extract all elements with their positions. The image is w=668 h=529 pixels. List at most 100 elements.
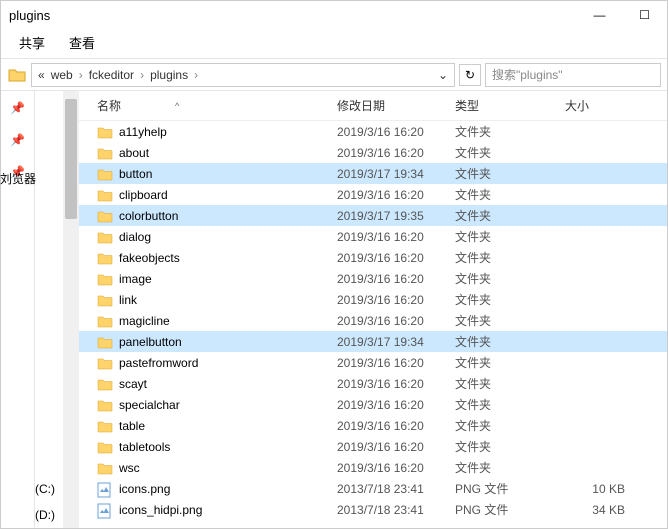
file-date: 2019/3/16 16:20 xyxy=(337,146,455,160)
column-name[interactable]: 名称 ^ xyxy=(89,97,337,114)
file-name: magicline xyxy=(119,314,170,328)
breadcrumb-sep-icon: › xyxy=(194,68,198,82)
file-type: 文件夹 xyxy=(455,249,565,266)
file-name: clipboard xyxy=(119,188,168,202)
sort-ascending-icon: ^ xyxy=(175,101,179,111)
file-type: 文件夹 xyxy=(455,459,565,476)
titlebar: plugins — ☐ xyxy=(1,1,667,29)
table-row[interactable]: scayt2019/3/16 16:20文件夹 xyxy=(79,373,667,394)
file-type: PNG 文件 xyxy=(455,480,565,497)
folder-icon xyxy=(97,251,113,265)
file-name: about xyxy=(119,146,149,160)
file-name: button xyxy=(119,167,152,181)
file-size: 10 KB xyxy=(565,482,625,496)
table-row[interactable]: link2019/3/16 16:20文件夹 xyxy=(79,289,667,310)
table-row[interactable]: colorbutton 2019/3/17 19:35文件夹 xyxy=(79,205,667,226)
file-name: icons.png xyxy=(119,482,170,496)
folder-icon xyxy=(97,419,113,433)
folder-icon xyxy=(97,230,113,244)
table-row[interactable]: magicline2019/3/16 16:20文件夹 xyxy=(79,310,667,331)
browser-label: 刘览器 xyxy=(1,170,36,187)
minimize-button[interactable]: — xyxy=(577,1,622,29)
file-name: dialog xyxy=(119,230,151,244)
file-type: 文件夹 xyxy=(455,207,565,224)
file-size: 34 KB xyxy=(565,503,625,517)
file-type: 文件夹 xyxy=(455,354,565,371)
table-row[interactable]: icons_hidpi.png2013/7/18 23:41PNG 文件34 K… xyxy=(79,499,667,520)
file-date: 2019/3/17 19:34 xyxy=(337,335,455,349)
address-bar-row: « web › fckeditor › plugins › ⌄ ↻ 搜索"plu… xyxy=(1,59,667,91)
file-type: 文件夹 xyxy=(455,144,565,161)
file-date: 2019/3/16 16:20 xyxy=(337,293,455,307)
file-type: 文件夹 xyxy=(455,333,565,350)
file-name: wsc xyxy=(119,461,140,475)
quick-access-sidebar: 📌 📌 📌 xyxy=(1,91,35,528)
file-name: colorbutton xyxy=(119,209,178,223)
menubar: 共享 查看 xyxy=(1,29,667,59)
table-row[interactable]: pastefromword2019/3/16 16:20文件夹 xyxy=(79,352,667,373)
table-row[interactable]: about 2019/3/16 16:20文件夹 xyxy=(79,142,667,163)
breadcrumb-dropdown-icon[interactable]: ⌄ xyxy=(438,68,448,82)
column-size[interactable]: 大小 xyxy=(565,97,625,114)
folder-icon xyxy=(97,461,113,475)
file-type: 文件夹 xyxy=(455,375,565,392)
folder-icon xyxy=(97,167,113,181)
file-name: a11yhelp xyxy=(119,125,167,139)
breadcrumb-plugins[interactable]: plugins xyxy=(150,68,188,82)
file-date: 2019/3/17 19:34 xyxy=(337,167,455,181)
menu-view[interactable]: 查看 xyxy=(69,33,95,52)
table-row[interactable]: icons.png2013/7/18 23:41PNG 文件10 KB xyxy=(79,478,667,499)
refresh-button[interactable]: ↻ xyxy=(459,64,481,86)
menu-share[interactable]: 共享 xyxy=(19,33,45,52)
file-list: 名称 ^ 修改日期 类型 大小 a11yhelp2019/3/16 16:20文… xyxy=(79,91,667,528)
maximize-button[interactable]: ☐ xyxy=(622,1,667,29)
table-row[interactable]: table2019/3/16 16:20文件夹 xyxy=(79,415,667,436)
breadcrumb-fckeditor[interactable]: fckeditor xyxy=(89,68,134,82)
file-type: 文件夹 xyxy=(455,228,565,245)
scrollbar-thumb[interactable] xyxy=(65,99,77,219)
file-date: 2013/7/18 23:41 xyxy=(337,503,455,517)
file-date: 2019/3/17 19:35 xyxy=(337,209,455,223)
table-row[interactable]: panelbutton2019/3/17 19:34文件夹 xyxy=(79,331,667,352)
file-date: 2019/3/16 16:20 xyxy=(337,230,455,244)
folder-icon xyxy=(97,440,113,454)
drive-c-label[interactable]: (C:) xyxy=(35,482,63,496)
folder-icon xyxy=(97,209,113,223)
file-date: 2019/3/16 16:20 xyxy=(337,188,455,202)
file-name: icons_hidpi.png xyxy=(119,503,202,517)
table-row[interactable]: fakeobjects 2019/3/16 16:20文件夹 xyxy=(79,247,667,268)
file-type: 文件夹 xyxy=(455,165,565,182)
folder-icon xyxy=(97,356,113,370)
table-row[interactable]: image2019/3/16 16:20文件夹 xyxy=(79,268,667,289)
main-area: 📌 📌 📌 刘览器 (C:) (D:) 名称 ^ 修改日期 类型 大小 a11y… xyxy=(1,91,667,528)
column-type[interactable]: 类型 xyxy=(455,97,565,114)
breadcrumb[interactable]: « web › fckeditor › plugins › ⌄ xyxy=(31,63,455,87)
table-row[interactable]: clipboard2019/3/16 16:20文件夹 xyxy=(79,184,667,205)
file-type: 文件夹 xyxy=(455,312,565,329)
folder-icon xyxy=(97,314,113,328)
table-row[interactable]: dialog 2019/3/16 16:20文件夹 xyxy=(79,226,667,247)
column-date[interactable]: 修改日期 xyxy=(337,97,455,114)
folder-icon xyxy=(97,377,113,391)
folder-icon xyxy=(97,335,113,349)
file-name: tabletools xyxy=(119,440,170,454)
file-date: 2019/3/16 16:20 xyxy=(337,377,455,391)
table-row[interactable]: wsc2019/3/16 16:20文件夹 xyxy=(79,457,667,478)
search-input[interactable]: 搜索"plugins" xyxy=(485,63,661,87)
file-type: 文件夹 xyxy=(455,417,565,434)
nav-scrollbar[interactable] xyxy=(63,91,79,528)
table-row[interactable]: tabletools2019/3/16 16:20文件夹 xyxy=(79,436,667,457)
pin-icon[interactable]: 📌 xyxy=(10,101,25,115)
file-date: 2019/3/16 16:20 xyxy=(337,251,455,265)
column-headers: 名称 ^ 修改日期 类型 大小 xyxy=(79,91,667,121)
table-row[interactable]: button 2019/3/17 19:34文件夹 xyxy=(79,163,667,184)
file-name: link xyxy=(119,293,137,307)
table-row[interactable]: a11yhelp2019/3/16 16:20文件夹 xyxy=(79,121,667,142)
file-date: 2019/3/16 16:20 xyxy=(337,272,455,286)
breadcrumb-web[interactable]: web xyxy=(51,68,73,82)
table-row[interactable]: specialchar2019/3/16 16:20文件夹 xyxy=(79,394,667,415)
pin-icon[interactable]: 📌 xyxy=(10,133,25,147)
file-name: fakeobjects xyxy=(119,251,180,265)
file-name: image xyxy=(119,272,152,286)
drive-d-label[interactable]: (D:) xyxy=(35,508,63,522)
